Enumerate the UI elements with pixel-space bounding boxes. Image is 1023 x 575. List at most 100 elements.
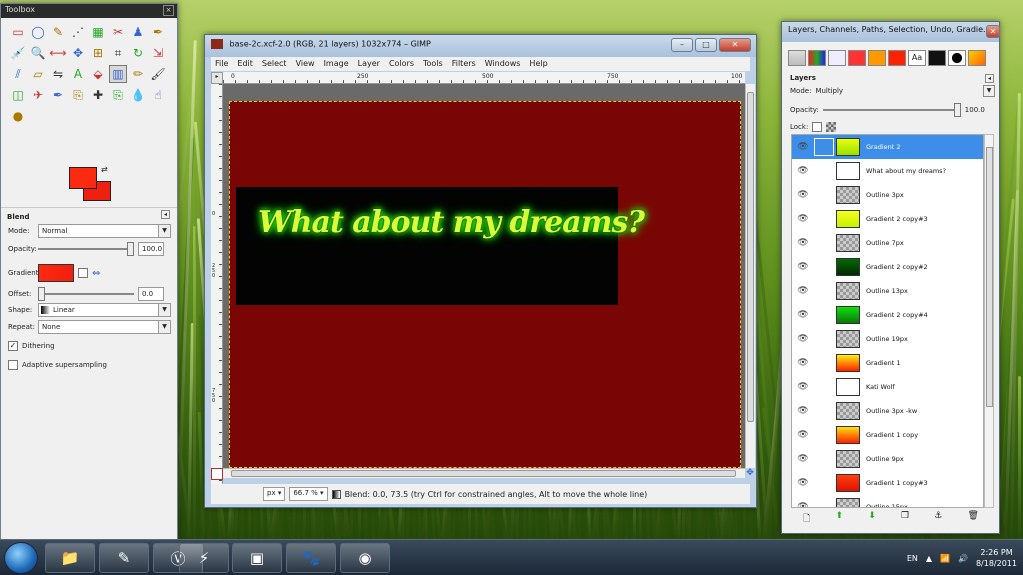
winamp-icon[interactable]: ⚡ [179,543,229,573]
menu-filters[interactable]: Filters [452,59,476,69]
layer-list[interactable]: 👁 Gradient 2 👁 What about my dreams? 👁 Outlin… [791,134,984,508]
visibility-eye-icon[interactable]: 👁 [792,478,814,488]
layer-row[interactable]: 👁 Gradient 2 copy#2 [792,255,983,279]
gimp-stacked-icon[interactable]: ▣ [232,543,282,573]
layer-row[interactable]: 👁 Outline 15px [792,495,983,507]
visibility-eye-icon[interactable]: 👁 [792,358,814,368]
menu-view[interactable]: View [296,59,315,69]
perspective-clone-tool-icon[interactable]: ⎘ [109,86,127,104]
unit-select[interactable]: px ▾ [263,487,286,501]
text-tool-icon[interactable]: A [69,65,87,83]
layer-row[interactable]: 👁 Gradient 2 [792,135,983,159]
gimp-titlebar[interactable]: base-2c.xcf-2.0 (RGB, 21 layers) 1032x77… [205,35,756,57]
color-picker-tool-icon[interactable]: 💉 [9,44,27,62]
layer-row[interactable]: 👁 Gradient 1 [792,351,983,375]
layer-link-toggle[interactable] [814,138,834,156]
palette-tab-icon[interactable] [928,50,946,66]
menu-file[interactable]: File [215,59,228,69]
menu-colors[interactable]: Colors [389,59,414,69]
close-icon[interactable]: × [163,5,174,16]
options-menu-icon[interactable]: ◂ [161,210,170,219]
new-layer-icon[interactable]: 🗋 [803,511,810,527]
close-button[interactable]: ✕ [719,38,751,52]
visibility-eye-icon[interactable]: 👁 [792,190,814,200]
shear-tool-icon[interactable]: ⫽ [9,65,27,83]
visibility-eye-icon[interactable]: 👁 [792,214,814,224]
visibility-eye-icon[interactable]: 👁 [792,286,814,296]
eraser-tool-icon[interactable]: ◫ [9,86,27,104]
gimp-icon[interactable]: 🐾 [286,543,336,573]
fonts-tab-icon[interactable]: Aa [908,50,926,66]
layer-row[interactable]: 👁 Gradient 1 copy#3 [792,471,983,495]
brushes-tab-icon[interactable] [848,50,866,66]
duplicate-layer-icon[interactable]: ❐ [901,511,909,527]
raise-layer-icon[interactable]: ⬆ [835,511,843,527]
visibility-eye-icon[interactable]: 👁 [792,502,814,507]
lock-alpha-icon[interactable] [826,122,837,132]
image-canvas[interactable]: What about my dreams? [229,101,741,468]
layer-link-toggle[interactable] [814,474,834,492]
dock-menu-icon[interactable]: ◂ [985,74,994,83]
start-button[interactable] [4,542,38,574]
layer-row[interactable]: 👁 Gradient 2 copy#3 [792,207,983,231]
layer-link-toggle[interactable] [814,450,834,468]
flip-tool-icon[interactable]: ⇋ [49,65,67,83]
measure-tool-icon[interactable]: ⟷ [49,44,67,62]
offset-spin[interactable]: 0.0 [138,287,164,301]
move-tool-icon[interactable]: ✥ [69,44,87,62]
layer-row[interactable]: 👁 Kati Wolf [792,375,983,399]
fuzzy-select-tool-icon[interactable]: ⋰ [69,23,87,41]
layers-scrollbar[interactable] [984,134,994,508]
rect-select-tool-icon[interactable]: ▭ [9,23,27,41]
pencil-tool-icon[interactable]: ✏ [129,65,147,83]
layer-mode-value[interactable]: Multiply [815,87,843,95]
lower-layer-icon[interactable]: ⬇ [868,511,876,527]
layer-row[interactable]: 👁 Outline 13px [792,279,983,303]
visibility-eye-icon[interactable]: 👁 [792,406,814,416]
layer-link-toggle[interactable] [814,498,834,507]
circle-tab-icon[interactable] [948,50,966,66]
zoom-select[interactable]: 66.7 % ▾ [289,487,328,501]
visibility-eye-icon[interactable]: 👁 [792,166,814,176]
horizontal-scrollbar[interactable] [223,468,745,478]
layer-row[interactable]: 👁 Gradient 2 copy#4 [792,303,983,327]
color-select-tool-icon[interactable]: ▦ [89,23,107,41]
lock-pixels-checkbox[interactable] [812,122,823,132]
maximize-button[interactable]: □ [695,38,717,52]
layer-link-toggle[interactable] [814,306,834,324]
visibility-eye-icon[interactable]: 👁 [792,238,814,248]
layer-row[interactable]: 👁 Gradient 1 copy [792,423,983,447]
visibility-eye-icon[interactable]: 👁 [792,142,814,152]
layer-row[interactable]: 👁 Outline 19px [792,327,983,351]
perspective-tool-icon[interactable]: ▱ [29,65,47,83]
menu-image[interactable]: Image [324,59,349,69]
visibility-eye-icon[interactable]: 👁 [792,454,814,464]
paintbrush-tool-icon[interactable]: 🖌 [149,65,167,83]
layer-link-toggle[interactable] [814,426,834,444]
paths-tab-icon[interactable] [828,50,846,66]
opacity-spin[interactable]: 100.0 [138,242,164,256]
menu-tools[interactable]: Tools [423,59,443,69]
visibility-eye-icon[interactable]: 👁 [792,310,814,320]
volume-icon[interactable]: 🔊 [958,554,968,563]
layer-row[interactable]: 👁 Outline 3px [792,183,983,207]
ellipse-select-tool-icon[interactable]: ◯ [29,23,47,41]
free-select-tool-icon[interactable]: ✎ [49,23,67,41]
windows-explorer-icon[interactable]: 📁 [45,543,95,573]
vertical-ruler[interactable]: 0 2 5 0 7 5 0 [211,84,223,504]
images-tab-icon[interactable] [968,50,986,66]
swap-arrows-icon[interactable]: ⇔ [92,268,100,279]
layer-opacity-slider[interactable] [822,103,961,117]
gradient-preview[interactable] [38,264,74,282]
layer-link-toggle[interactable] [814,210,834,228]
quick-mask-menu-icon[interactable]: ▸ [211,72,223,84]
layers-titlebar[interactable]: Layers, Channels, Paths, Selection, Undo… [782,22,1000,42]
patterns-tab-icon[interactable] [868,50,886,66]
network-icon[interactable]: 📶 [940,554,950,563]
colors-tab-icon[interactable] [888,50,906,66]
layer-link-toggle[interactable] [814,234,834,252]
scissors-tool-icon[interactable]: ✂ [109,23,127,41]
shape-select[interactable]: Linear ▼ [38,303,171,317]
offset-slider[interactable] [38,287,134,301]
layer-link-toggle[interactable] [814,258,834,276]
